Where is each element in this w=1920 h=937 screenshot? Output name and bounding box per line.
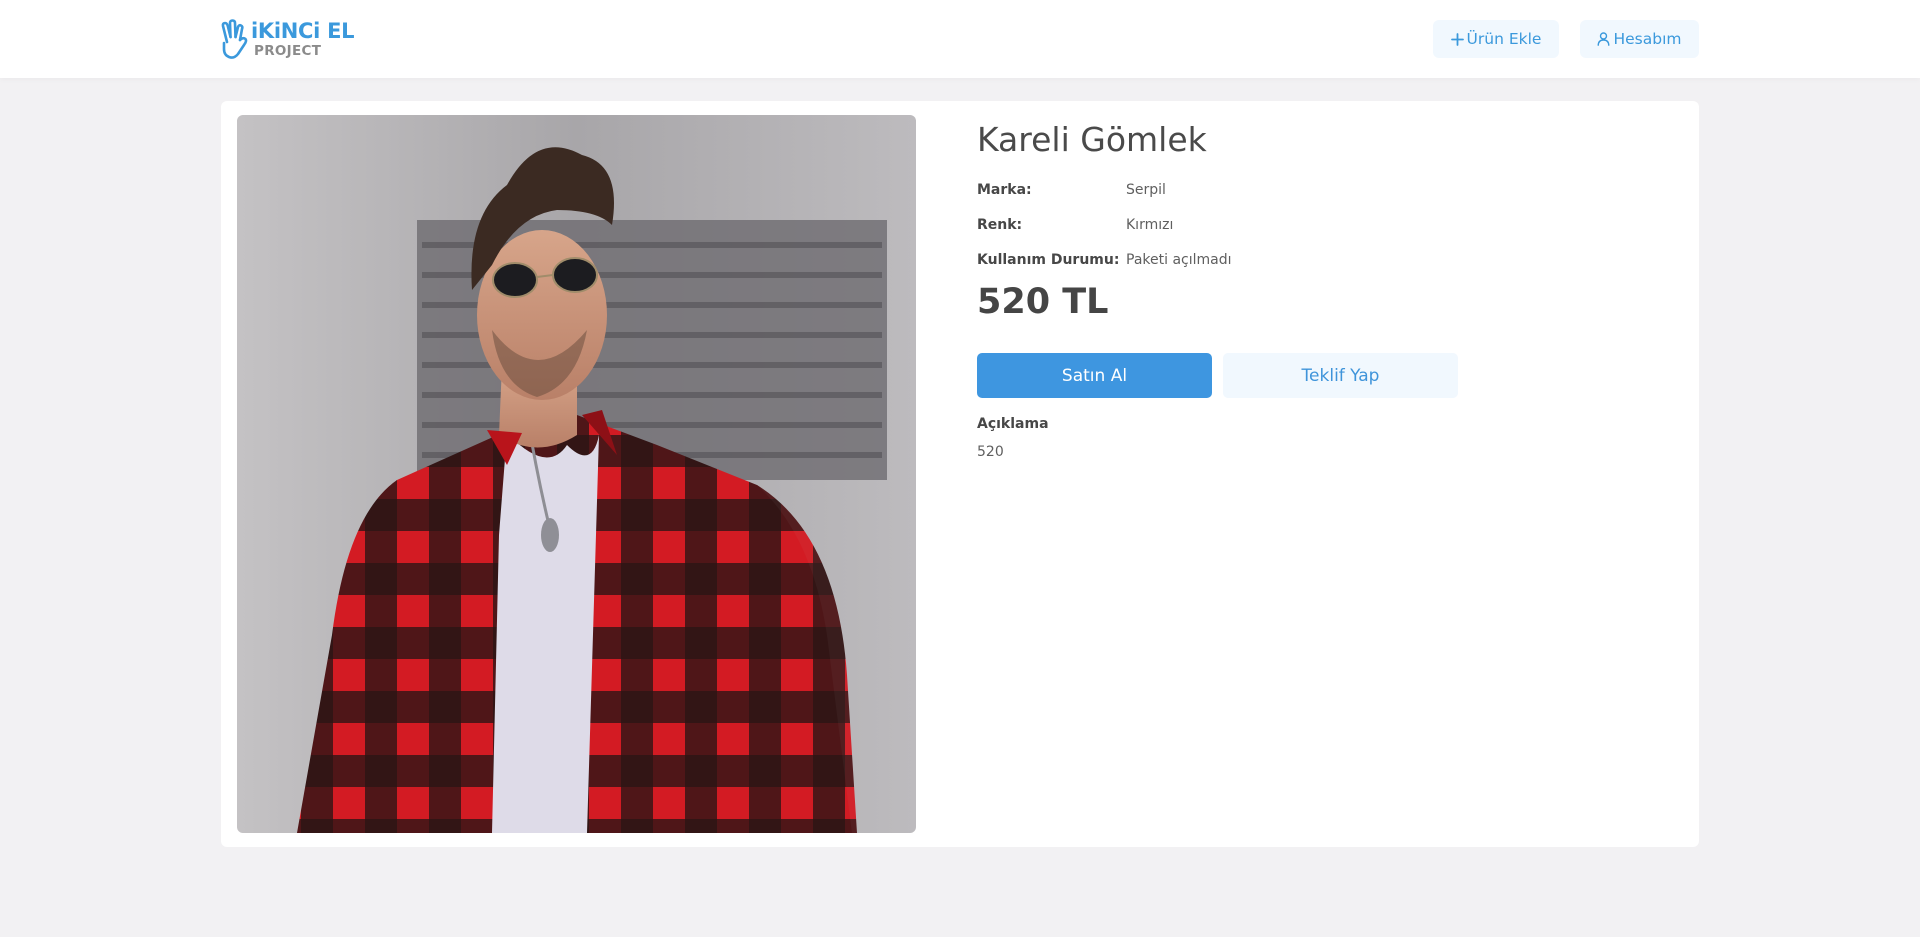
account-label: Hesabım <box>1613 30 1682 48</box>
spec-value-brand: Serpil <box>1126 182 1166 198</box>
add-product-label: Ürün Ekle <box>1466 30 1542 48</box>
buy-button[interactable]: Satın Al <box>977 353 1212 398</box>
spec-value-color: Kırmızı <box>1126 217 1174 233</box>
plus-icon <box>1450 32 1464 46</box>
add-product-button[interactable]: Ürün Ekle <box>1433 20 1559 58</box>
user-icon <box>1597 32 1610 46</box>
spec-value-condition: Paketi açılmadı <box>1126 252 1232 268</box>
site-logo[interactable]: iKiNCi EL PROJECT <box>219 17 355 63</box>
make-offer-button[interactable]: Teklif Yap <box>1223 353 1458 398</box>
account-button[interactable]: Hesabım <box>1580 20 1699 58</box>
logo-text: iKiNCi EL PROJECT <box>251 19 355 60</box>
spec-label-color: Renk: <box>977 217 1023 233</box>
spec-label-condition: Kullanım Durumu: <box>977 252 1120 268</box>
product-image[interactable] <box>237 115 916 833</box>
description-heading: Açıklama <box>977 416 1049 432</box>
waving-hand-logo-icon <box>221 19 248 59</box>
logo-subtitle: PROJECT <box>254 43 322 60</box>
logo-title: iKiNCi EL <box>251 19 355 44</box>
top-header: iKiNCi EL PROJECT Ürün Ekle Hesabım <box>0 0 1920 78</box>
product-title: Kareli Gömlek <box>977 120 1207 159</box>
spec-label-brand: Marka: <box>977 182 1032 198</box>
description-text: 520 <box>977 444 1004 460</box>
product-price: 520 TL <box>977 282 1109 322</box>
product-card: Kareli Gömlek Marka: Serpil Renk: Kırmız… <box>221 101 1699 847</box>
